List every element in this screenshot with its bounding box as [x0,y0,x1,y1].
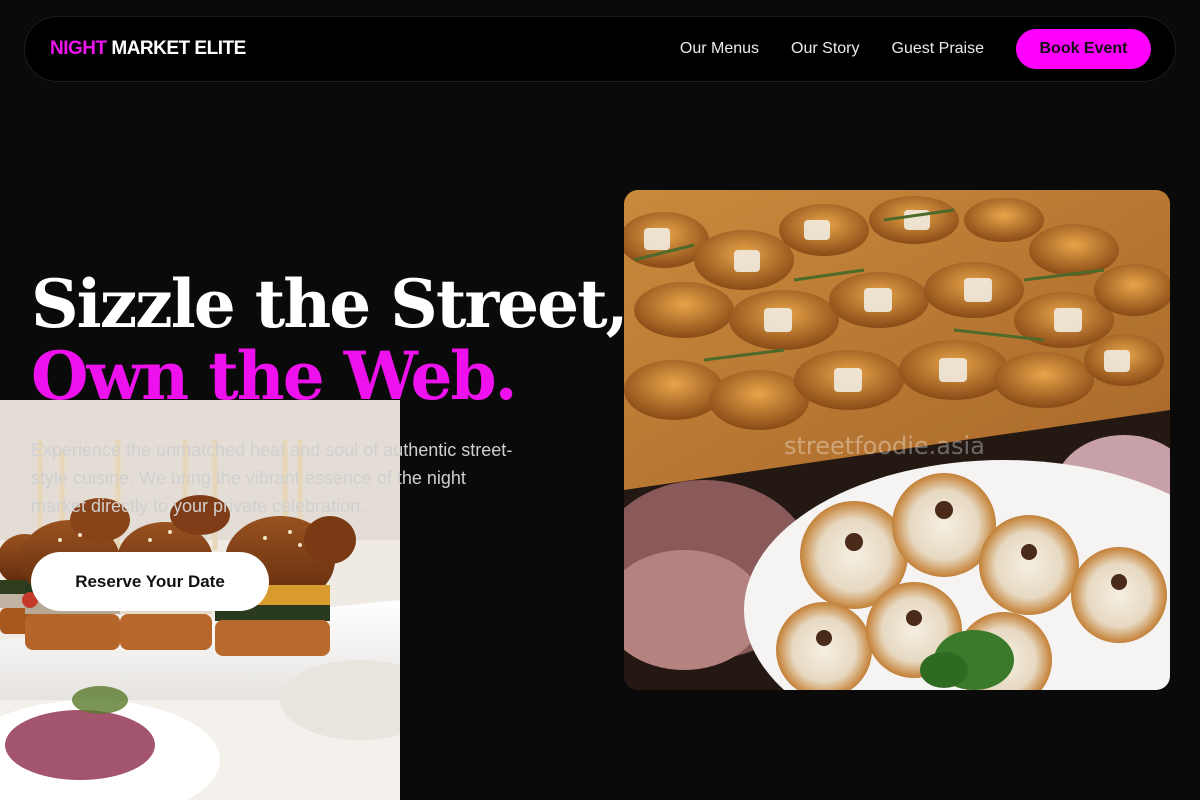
brand-logo[interactable]: NIGHT MARKET ELITE [50,38,246,60]
brand-rest: MARKET ELITE [106,38,246,59]
image-watermark: streetfoodie.asia [784,432,985,460]
book-event-button[interactable]: Book Event [1016,29,1151,69]
hero-description: Experience the unmatched heat and soul o… [31,440,513,516]
nav-link-story[interactable]: Our Story [791,40,859,58]
nav-link-praise[interactable]: Guest Praise [892,40,984,58]
top-navbar: NIGHT MARKET ELITE Our Menus Our Story G… [24,16,1176,82]
hero-headline: Sizzle the Street, Own the Web. [31,265,629,415]
nav-link-menus[interactable]: Our Menus [680,40,759,58]
brand-accent: NIGHT [50,38,107,59]
pastries-food-image: streetfoodie.asia [624,190,1170,690]
hero-title-line-1: Sizzle the Street, [31,265,629,343]
hero-title-line-2: Own the Web. [31,337,518,415]
nav-links: Our Menus Our Story Guest Praise Book Ev… [680,29,1151,69]
reserve-date-button[interactable]: Reserve Your Date [31,552,269,611]
